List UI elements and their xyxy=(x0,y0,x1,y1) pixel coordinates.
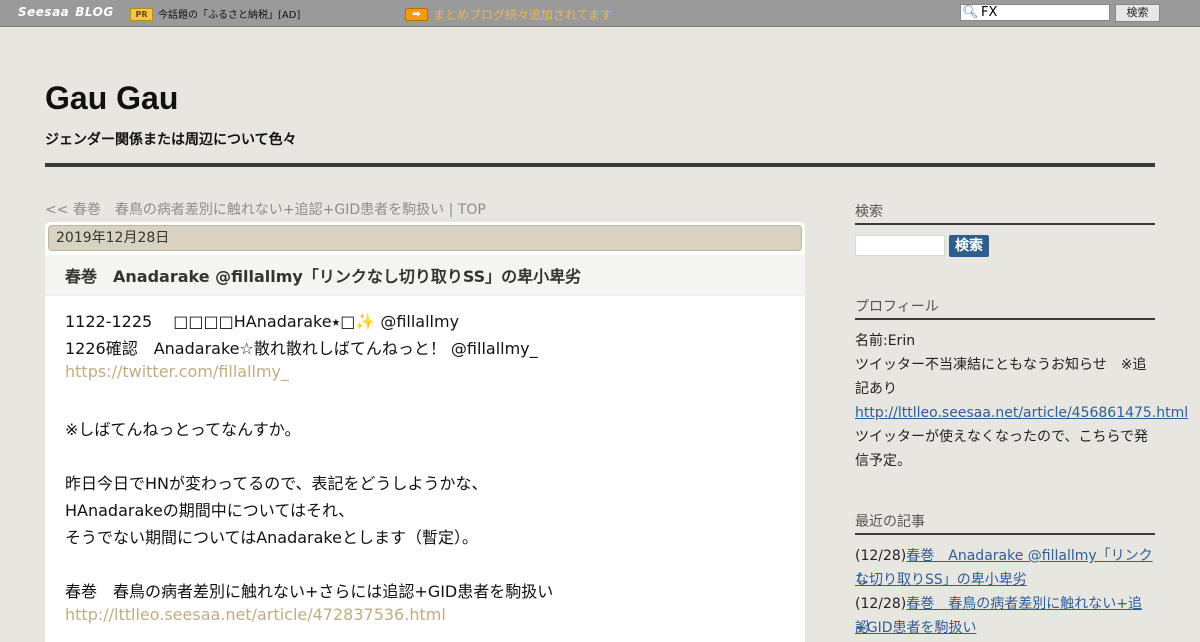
logo-blog: BLOG xyxy=(75,5,114,19)
recent-article-link[interactable]: し切り取りSS」の卑小卑劣 xyxy=(855,568,1155,592)
top-search-input[interactable]: FX xyxy=(960,4,1110,21)
header-divider xyxy=(45,163,1155,167)
article-link[interactable]: http://lttlleo.seesaa.net/article/472837… xyxy=(65,605,446,624)
breadcrumb-top-link[interactable]: TOP xyxy=(458,202,486,218)
profile-link[interactable]: http://lttlleo.seesaa.net/article/456861… xyxy=(855,401,1188,425)
seesaa-blog-logo[interactable]: Seesaa BLOG xyxy=(18,5,114,21)
body-line: 昨日今日でHNが変わってるので、表記をどうしようかな、 xyxy=(65,474,488,493)
breadcrumb-separator: | xyxy=(444,202,458,218)
body-line: ※しばてんねっとってなんすか。 xyxy=(65,420,301,439)
body-line: 春巻 春鳥の病者差別に触れない+さらには追認+GID患者を駒扱い xyxy=(65,582,554,601)
sidebar-profile-heading: プロフィール xyxy=(855,296,1155,320)
twitter-link[interactable]: https://twitter.com/fillallmy_ xyxy=(65,362,289,381)
body-line: 1226確認 Anadarake☆散れ散れしばてんねっと！ @fillallmy… xyxy=(65,339,538,358)
top-search-button[interactable]: 検索 xyxy=(1115,4,1160,22)
sidebar-search-input[interactable] xyxy=(855,235,945,256)
breadcrumb-prev-link[interactable]: 春巻 春鳥の病者差別に触れない+追認+GID患者を駒扱い xyxy=(73,202,444,218)
recent-article-link[interactable]: +GID患者を駒扱い xyxy=(855,616,1155,640)
recent-article-date: (12/28) xyxy=(855,548,907,564)
article-title-bar: 春巻 Anadarake @fillallmy「リンクなし切り取りSS」の卑小卑… xyxy=(45,255,805,296)
profile-note: 記あり xyxy=(855,381,897,397)
body-line: 1122-1225 □□□□HAnadarake⭑□✨ @fillallmy xyxy=(65,312,460,331)
notice-link[interactable]: まとめブログ続々追加されてます xyxy=(433,6,612,23)
article: 2019年12月28日 春巻 Anadarake @fillallmy「リンクな… xyxy=(45,222,805,642)
search-icon: 🔍︎ xyxy=(962,5,979,20)
recent-article-date: (12/28) xyxy=(855,596,907,612)
pr-badge: PR xyxy=(130,8,153,21)
profile-name: 名前:Erin xyxy=(855,333,916,349)
profile-note: 信予定。 xyxy=(855,453,911,469)
sidebar-recent-heading: 最近の記事 xyxy=(855,511,1155,535)
pr-ad-link[interactable]: 今話題の「ふるさと納税」[AD] xyxy=(158,6,300,21)
sidebar-search-button[interactable]: 検索 xyxy=(949,235,989,257)
breadcrumb: << 春巻 春鳥の病者差別に触れない+追認+GID患者を駒扱い | TOP xyxy=(45,199,486,219)
body-line: HAnadarakeの期間中についてはそれ、 xyxy=(65,501,355,520)
article-date: 2019年12月28日 xyxy=(48,225,802,251)
body-line: そうでない期間についてはAnadarakeとします（暫定）。 xyxy=(65,528,478,547)
arrow-right-icon: ➡ xyxy=(405,8,428,21)
breadcrumb-prev-prefix: << xyxy=(45,202,73,218)
article-title[interactable]: 春巻 Anadarake @fillallmy「リンクなし切り取りSS」の卑小卑… xyxy=(65,263,581,287)
logo-brand: Seesaa xyxy=(18,5,70,19)
profile-note: ツイッター不当凍結にともなうお知らせ ※追 xyxy=(855,357,1147,373)
seesaa-topbar: Seesaa BLOG PR 今話題の「ふるさと納税」[AD] ➡ まとめブログ続… xyxy=(0,0,1200,27)
sidebar-search-heading: 検索 xyxy=(855,201,1155,225)
profile-note: ツイッターが使えなくなったので、こちらで発 xyxy=(855,429,1149,445)
site-description: ジェンダー関係または周辺について色々 xyxy=(45,132,297,148)
site-title[interactable]: Gau Gau xyxy=(45,80,178,117)
